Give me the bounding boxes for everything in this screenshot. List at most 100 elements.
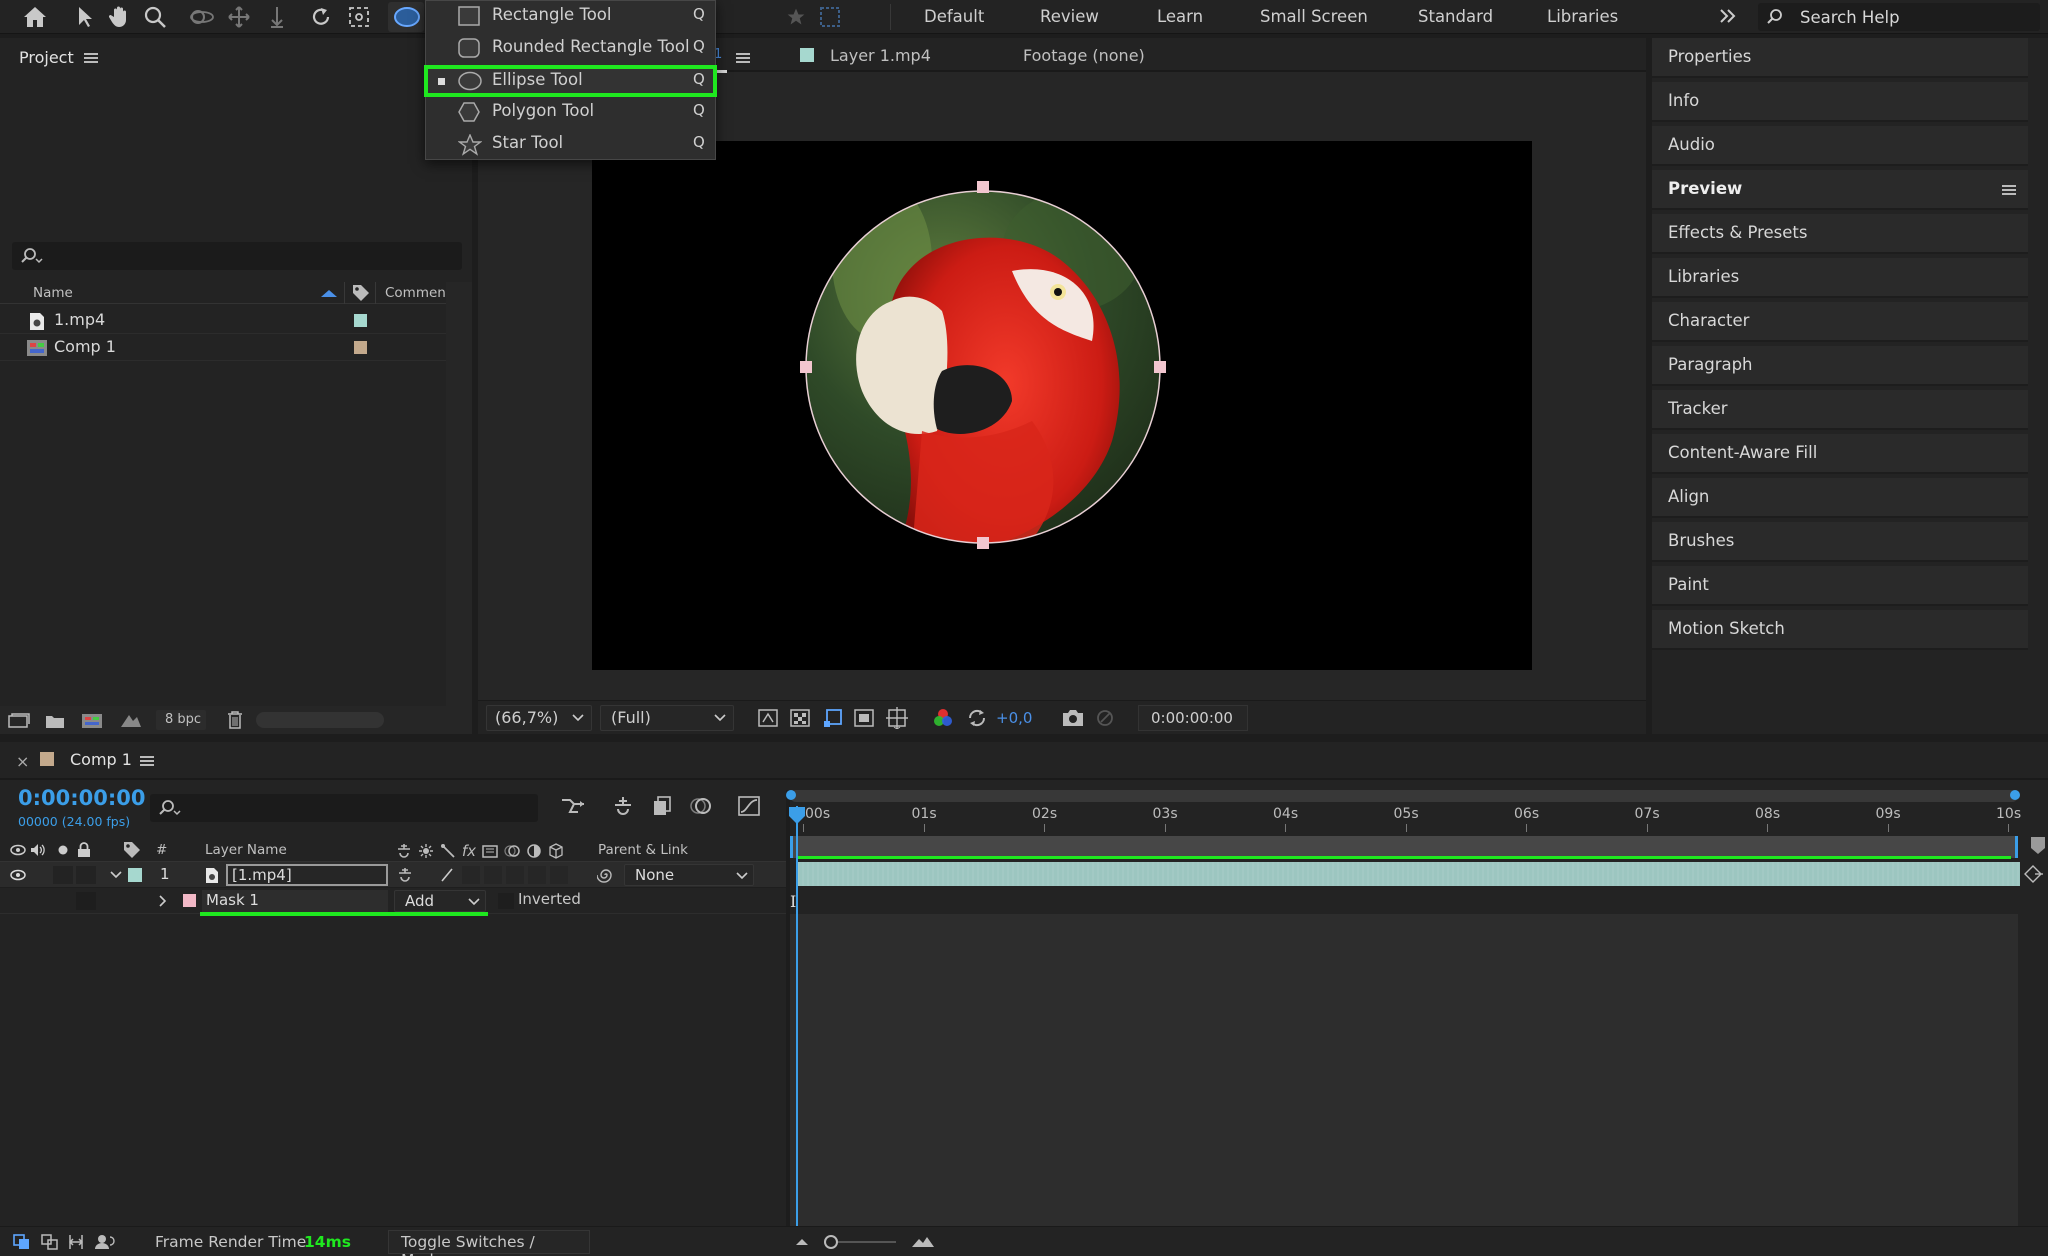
shy-switch-icon[interactable] [396,866,414,884]
toggle-switches-modes-button[interactable]: Toggle Switches / Modes [388,1230,590,1256]
panel-tab-info[interactable]: Info [1652,82,2028,122]
column-name[interactable]: Name [33,285,73,301]
column-layer-name[interactable]: Layer Name [205,842,287,858]
comp-marker-bin-icon[interactable] [2030,836,2046,858]
chevron-double-right-icon[interactable] [1716,3,1740,29]
panel-tab-properties[interactable]: Properties [1652,38,2028,78]
hand-tool-icon[interactable] [104,2,134,32]
workspace-review[interactable]: Review [1040,7,1099,26]
parent-dropdown[interactable]: None [624,864,754,886]
graph-editor-icon[interactable] [734,792,764,820]
layer-color-swatch[interactable] [128,868,142,882]
playhead-handle-icon[interactable] [788,806,806,826]
panel-tab-tracker[interactable]: Tracker [1652,390,2028,430]
panel-tab-libraries[interactable]: Libraries [1652,258,2028,298]
3d-switch-box[interactable] [550,866,568,884]
label-color-swatch[interactable] [354,314,367,327]
column-parent-link[interactable]: Parent & Link [598,842,688,858]
time-navigator-end[interactable] [2010,790,2020,800]
layer-viewer-tab[interactable]: Layer 1.mp4 [830,46,931,65]
mask-vertex-left[interactable] [800,361,812,373]
mask-row[interactable]: Mask 1 Add Inverted [0,888,786,916]
pick-whip-icon[interactable] [596,866,616,884]
panel-tab-preview[interactable]: Preview [1652,170,2028,210]
project-settings-icon[interactable] [118,710,144,730]
panel-tab-align[interactable]: Align [1652,478,2028,518]
chevron-down-icon[interactable] [108,868,124,882]
fast-previews-icon[interactable] [756,707,780,729]
timeline-menu-icon[interactable] [140,756,154,766]
menu-item-rectangle-tool[interactable]: Rectangle Tool Q [426,1,715,33]
project-item-1mp4[interactable]: 1.mp4 [0,307,472,334]
fx-switch-box[interactable] [462,866,480,884]
current-time-indicator[interactable] [796,806,798,1226]
color-channels-icon[interactable] [930,705,956,731]
viewer-menu-icon[interactable] [736,53,750,63]
zoom-dropdown[interactable]: (66,7%) [486,705,592,731]
project-search-input[interactable] [12,242,462,270]
menu-item-ellipse-tool[interactable]: Ellipse Tool Q [424,65,717,97]
workspace-libraries[interactable]: Libraries [1547,7,1618,26]
adjustment-switch-box[interactable] [528,866,546,884]
mask-vertex-right[interactable] [1154,361,1166,373]
timeline-search-input[interactable] [150,794,538,822]
label-tag-icon[interactable] [122,841,142,859]
timeline-empty-area[interactable] [790,914,2020,1226]
video-eye-icon[interactable] [10,842,26,858]
comp-tab-label[interactable]: Comp 1 [70,750,132,769]
close-tab-icon[interactable]: × [16,752,29,771]
anchor-point-tool-icon[interactable] [344,2,374,32]
right-panel-scrollbar[interactable] [2028,38,2048,734]
layer-duration-bar[interactable] [797,862,2020,886]
orbit-camera-icon[interactable] [186,2,216,32]
layer-switches-icon[interactable] [12,1233,32,1251]
snapping-icon[interactable] [816,2,844,32]
mask-vertex-top[interactable] [977,181,989,193]
project-menu-icon[interactable] [84,53,98,63]
label-tag-icon[interactable] [351,284,371,302]
star-favorite-icon[interactable] [782,2,810,32]
menu-item-polygon-tool[interactable]: Polygon Tool Q [426,97,715,129]
trash-icon[interactable] [224,710,246,730]
panel-tab-paragraph[interactable]: Paragraph [1652,346,2028,386]
grid-guides-icon[interactable] [884,705,910,731]
pan-camera-icon[interactable] [224,2,254,32]
label-color-swatch[interactable] [354,341,367,354]
render-time-pane-icon[interactable] [94,1233,116,1251]
project-scrollbar[interactable] [446,282,472,732]
zoom-tool-icon[interactable] [140,2,170,32]
lock-checkbox[interactable] [76,866,96,884]
snapshot-camera-icon[interactable] [1060,706,1086,730]
shy-layers-icon[interactable] [608,792,638,820]
panel-tab-paint[interactable]: Paint [1652,566,2028,606]
layer-out-point-icon[interactable] [2022,864,2046,884]
layer-name-field[interactable]: [1.mp4] [226,864,388,886]
sort-ascending-icon[interactable] [320,286,338,300]
bit-depth-button[interactable]: 8 bpc [156,710,206,730]
chevron-right-icon[interactable] [156,894,170,908]
zoom-in-mountain-icon[interactable] [910,1233,936,1251]
footage-viewer-tab[interactable]: Footage (none) [1023,46,1145,65]
composition-flowchart-icon[interactable] [558,792,588,820]
project-item-comp1[interactable]: Comp 1 [0,334,472,361]
mask-name-field[interactable]: Mask 1 [202,890,388,912]
new-composition-icon[interactable] [80,712,104,730]
menu-item-star-tool[interactable]: Star Tool Q [426,129,715,161]
panel-tab-motion-sketch[interactable]: Motion Sketch [1652,610,2028,650]
time-navigator-start[interactable] [786,790,796,800]
solo-dot-icon[interactable] [56,842,70,858]
panel-tab-character[interactable]: Character [1652,302,2028,342]
work-area-range[interactable] [790,836,2018,858]
in-out-stretch-icon[interactable] [66,1233,86,1251]
workspace-default[interactable]: Default [924,7,984,26]
solo-checkbox[interactable] [53,866,73,884]
transparency-grid-icon[interactable] [788,707,812,729]
thumbnail-size-slider[interactable] [256,712,384,728]
home-icon[interactable] [20,2,50,32]
mask-mode-dropdown[interactable]: Add [394,890,486,912]
motion-blur-switch-box[interactable] [506,866,524,884]
panel-tab-audio[interactable]: Audio [1652,126,2028,166]
mask-color-swatch[interactable] [183,894,196,907]
rotation-tool-icon[interactable] [306,2,336,32]
reset-exposure-icon[interactable] [964,705,990,731]
